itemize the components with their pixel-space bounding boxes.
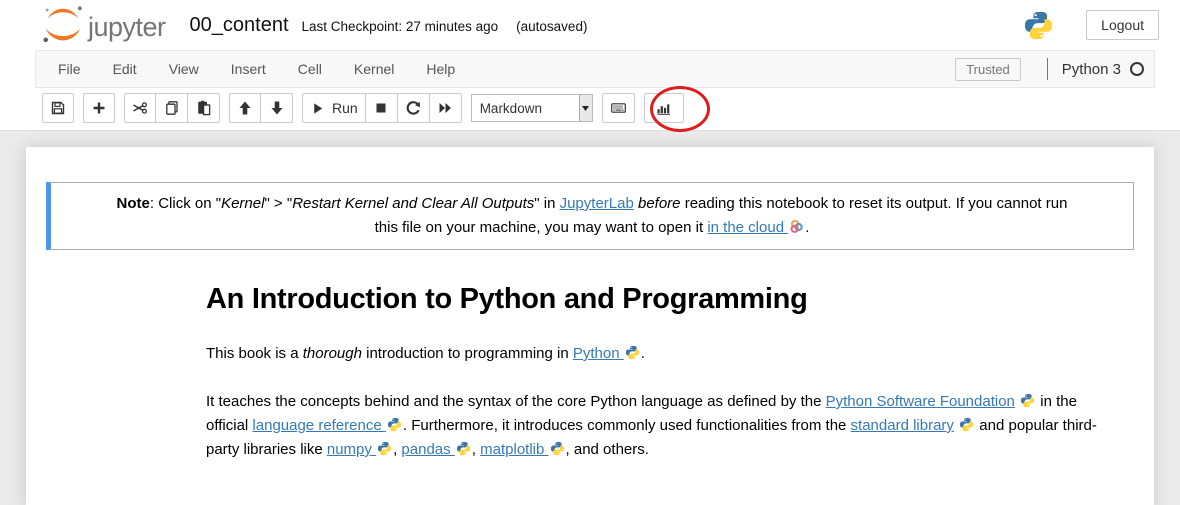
scissors-icon: [132, 100, 148, 116]
menu-insert[interactable]: Insert: [215, 51, 282, 87]
link[interactable]: language reference: [252, 417, 385, 434]
python-logo-icon: [1023, 10, 1054, 41]
kernel-name: Python 3: [1062, 61, 1121, 78]
move-cell-up-button[interactable]: [229, 93, 261, 123]
paste-button[interactable]: [188, 93, 220, 123]
menu-view[interactable]: View: [153, 51, 215, 87]
python-icon: [456, 441, 471, 456]
link[interactable]: numpy: [327, 441, 376, 458]
link[interactable]: pandas: [401, 441, 454, 458]
link[interactable]: Python Software Foundation: [826, 393, 1015, 410]
header: jupyter 00_content Last Checkpoint: 27 m…: [0, 0, 1180, 50]
restart-run-all-button[interactable]: [430, 93, 462, 123]
notebook-container: Note: Click on "Kernel" > "Restart Kerne…: [26, 147, 1154, 505]
note-text: Note: Click on "Kernel" > "Restart Kerne…: [111, 192, 1073, 240]
save-icon: [50, 100, 66, 116]
paste-icon: [196, 100, 212, 116]
run-button-label: Run: [332, 100, 358, 116]
binder-icon: [789, 219, 804, 234]
cell-type-value: Markdown: [472, 101, 579, 116]
menu-edit[interactable]: Edit: [97, 51, 153, 87]
copy-button[interactable]: [156, 93, 188, 123]
main-area: Note: Click on "Kernel" > "Restart Kerne…: [0, 131, 1180, 505]
python-icon: [1020, 393, 1035, 408]
jupyter-logo-icon: [40, 2, 86, 48]
menubar: File Edit View Insert Cell Kernel Help T…: [35, 50, 1155, 88]
trusted-badge: Trusted: [955, 58, 1021, 81]
logout-button[interactable]: Logout: [1086, 10, 1159, 40]
restart-kernel-button[interactable]: [398, 93, 430, 123]
copy-icon: [164, 100, 180, 116]
command-palette-button[interactable]: [602, 93, 635, 123]
page-title: An Introduction to Python and Programmin…: [206, 283, 1109, 316]
note-callout: Note: Click on "Kernel" > "Restart Kerne…: [46, 182, 1134, 250]
jupyter-logo[interactable]: jupyter: [40, 2, 166, 48]
cut-button[interactable]: [124, 93, 156, 123]
cell-type-select[interactable]: Markdown: [471, 94, 593, 122]
link[interactable]: JupyterLab: [560, 195, 634, 212]
toolbar: Run Markdown: [0, 88, 1180, 131]
link[interactable]: standard library: [851, 417, 954, 434]
move-cell-down-button[interactable]: [261, 93, 293, 123]
fast-forward-icon: [437, 100, 453, 116]
jupyter-logo-text: jupyter: [88, 12, 166, 43]
notebook-title[interactable]: 00_content: [190, 14, 289, 37]
bar-chart-icon: [656, 100, 672, 116]
restart-icon: [405, 100, 421, 116]
python-icon: [959, 417, 974, 432]
autosave-status: (autosaved): [516, 19, 587, 34]
menu-kernel[interactable]: Kernel: [338, 51, 410, 87]
play-icon: [310, 101, 325, 116]
plus-icon: [91, 100, 107, 116]
paragraph-2: It teaches the concepts behind and the s…: [206, 390, 1109, 462]
kernel-idle-icon: [1130, 62, 1144, 76]
menu-help[interactable]: Help: [410, 51, 471, 87]
paragraph-1: This book is a thorough introduction to …: [206, 342, 1109, 366]
run-button[interactable]: Run: [302, 93, 366, 123]
select-arrow-icon[interactable]: [579, 95, 592, 121]
interrupt-kernel-button[interactable]: [366, 93, 398, 123]
menu-cell[interactable]: Cell: [282, 51, 338, 87]
checkpoint-status: Last Checkpoint: 27 minutes ago: [302, 19, 499, 34]
arrow-down-icon: [269, 100, 285, 116]
divider: [1047, 58, 1048, 80]
link[interactable]: Python: [573, 345, 624, 362]
stop-icon: [373, 100, 389, 116]
arrow-up-icon: [237, 100, 253, 116]
python-icon: [387, 417, 402, 432]
keyboard-icon: [610, 100, 627, 116]
link[interactable]: matplotlib: [480, 441, 548, 458]
python-icon: [625, 345, 640, 360]
add-cell-button[interactable]: [83, 93, 115, 123]
link[interactable]: in the cloud: [707, 219, 788, 236]
bar-chart-button[interactable]: [644, 93, 684, 123]
save-button[interactable]: [42, 93, 74, 123]
menu-file[interactable]: File: [42, 51, 97, 87]
python-icon: [550, 441, 565, 456]
python-icon: [377, 441, 392, 456]
